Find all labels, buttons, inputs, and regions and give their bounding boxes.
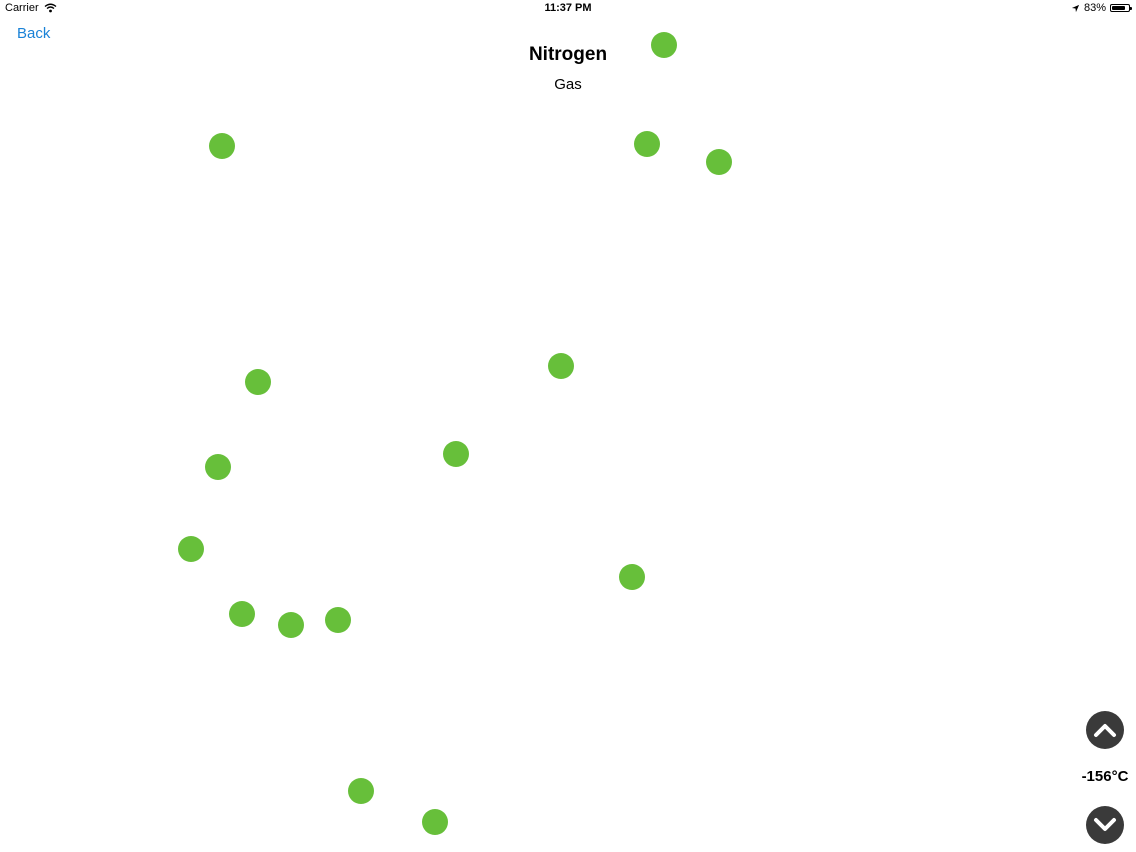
particle (706, 149, 732, 175)
chevron-down-icon (1094, 818, 1116, 831)
chevron-up-icon (1094, 724, 1116, 737)
particle (651, 32, 677, 58)
particle (422, 809, 448, 835)
particle (229, 601, 255, 627)
particle (205, 454, 231, 480)
particle (619, 564, 645, 590)
particle-field (0, 0, 1136, 852)
particle (634, 131, 660, 157)
particle (278, 612, 304, 638)
temperature-readout: -156°C (1081, 768, 1129, 785)
increase-temperature-button[interactable] (1086, 711, 1124, 749)
particle (178, 536, 204, 562)
decrease-temperature-button[interactable] (1086, 806, 1124, 844)
particle (325, 607, 351, 633)
particle (348, 778, 374, 804)
particle (245, 369, 271, 395)
particle (548, 353, 574, 379)
particle (209, 133, 235, 159)
particle (443, 441, 469, 467)
